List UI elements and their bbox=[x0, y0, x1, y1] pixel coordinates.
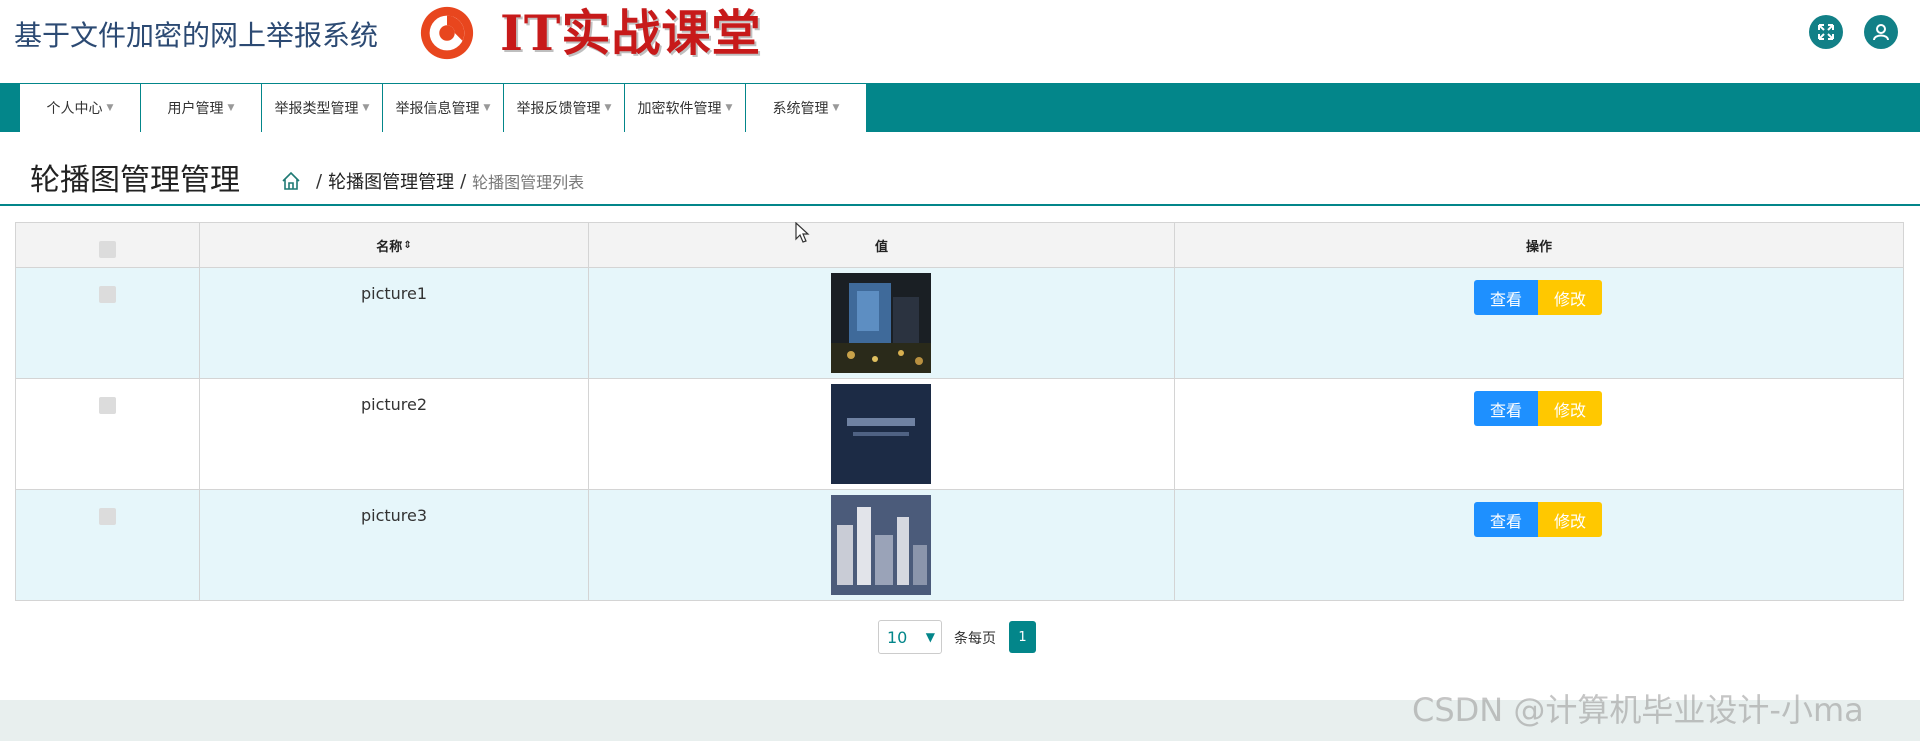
select-all-checkbox[interactable] bbox=[99, 241, 116, 258]
caret-down-icon: ▼ bbox=[604, 103, 612, 113]
page-number-button[interactable]: 1 bbox=[1009, 621, 1036, 653]
breadcrumb: / 轮播图管理管理 / 轮播图管理列表 bbox=[280, 166, 584, 196]
table-row: picture2 查看 修改 bbox=[16, 379, 1903, 490]
nav-label: 系统管理 bbox=[772, 101, 829, 117]
row-checkbox[interactable] bbox=[99, 397, 116, 414]
nav-item-user-management[interactable]: 用户管理 ▼ bbox=[141, 84, 261, 132]
nav-item-system[interactable]: 系统管理 ▼ bbox=[746, 84, 866, 132]
caret-down-icon: ▼ bbox=[362, 103, 370, 113]
nav-label: 举报反馈管理 bbox=[516, 101, 601, 117]
main-nav: 个人中心 ▼ 用户管理 ▼ 举报类型管理 ▼ 举报信息管理 ▼ 举报反馈管理 ▼ 加密软件… bbox=[0, 83, 1920, 132]
page-size-select[interactable]: 10 ▼ bbox=[878, 620, 942, 654]
table-row: picture3 查看 修改 bbox=[16, 490, 1903, 600]
dark-blue-poster[interactable] bbox=[831, 384, 931, 484]
row-name: picture3 bbox=[360, 506, 428, 525]
table-row: picture1 查看 修改 bbox=[16, 268, 1903, 379]
fullscreen-button[interactable] bbox=[1809, 15, 1843, 49]
caret-down-icon: ▼ bbox=[106, 103, 114, 113]
column-divider bbox=[588, 223, 589, 600]
chevron-down-icon: ▼ bbox=[925, 630, 935, 644]
user-button[interactable] bbox=[1864, 15, 1898, 49]
nav-item-report-info[interactable]: 举报信息管理 ▼ bbox=[383, 84, 503, 132]
row-checkbox[interactable] bbox=[99, 508, 116, 525]
brand-text: IT实战课堂 bbox=[500, 4, 762, 62]
breadcrumb-separator: / bbox=[316, 170, 323, 192]
nav-label: 个人中心 bbox=[46, 101, 103, 117]
carousel-table: 名称 ⇕ 值 操作 picture1 查看 修改 picture2 查看 修改 … bbox=[15, 222, 1904, 601]
column-header-label: 值 bbox=[874, 239, 888, 255]
page-size-value: 10 bbox=[887, 627, 908, 647]
caret-down-icon: ▼ bbox=[725, 103, 733, 113]
view-button[interactable]: 查看 bbox=[1474, 502, 1538, 537]
row-name: picture2 bbox=[360, 395, 428, 414]
home-icon[interactable] bbox=[280, 170, 302, 192]
city-skyline-photo[interactable] bbox=[831, 495, 931, 595]
column-header-name[interactable]: 名称 ⇕ bbox=[200, 223, 588, 267]
caret-down-icon: ▼ bbox=[227, 103, 235, 113]
column-divider bbox=[1174, 223, 1175, 600]
column-header-value: 值 bbox=[589, 223, 1174, 267]
view-button[interactable]: 查看 bbox=[1474, 391, 1538, 426]
nav-item-report-feedback[interactable]: 举报反馈管理 ▼ bbox=[504, 84, 624, 132]
nav-item-encryption-software[interactable]: 加密软件管理 ▼ bbox=[625, 84, 745, 132]
column-header-label: 操作 bbox=[1525, 239, 1552, 255]
view-button[interactable]: 查看 bbox=[1474, 280, 1538, 315]
caret-down-icon: ▼ bbox=[832, 103, 840, 113]
watermark: CSDN @计算机毕业设计-小ma bbox=[1412, 691, 1864, 729]
row-name: picture1 bbox=[360, 284, 428, 303]
column-header-ops: 操作 bbox=[1175, 223, 1903, 267]
nav-label: 加密软件管理 bbox=[637, 101, 722, 117]
brand-logo-icon bbox=[420, 6, 474, 60]
page-title: 轮播图管理管理 bbox=[30, 163, 240, 198]
nav-label: 用户管理 bbox=[167, 101, 224, 117]
caret-down-icon: ▼ bbox=[483, 103, 491, 113]
nav-label: 举报类型管理 bbox=[274, 101, 359, 117]
sort-icon[interactable]: ⇕ bbox=[403, 240, 411, 251]
mouse-cursor-icon bbox=[795, 222, 810, 243]
nav-item-personal-center[interactable]: 个人中心 ▼ bbox=[20, 84, 140, 132]
nav-label: 举报信息管理 bbox=[395, 101, 480, 117]
breadcrumb-level1[interactable]: 轮播图管理管理 bbox=[328, 168, 454, 194]
column-divider bbox=[199, 223, 200, 600]
per-page-label: 条每页 bbox=[954, 631, 996, 647]
user-icon bbox=[1873, 24, 1889, 41]
system-title: 基于文件加密的网上举报系统 bbox=[14, 19, 379, 52]
top-header: 基于文件加密的网上举报系统 IT实战课堂 bbox=[0, 0, 1920, 83]
expand-icon bbox=[1818, 24, 1834, 40]
row-checkbox[interactable] bbox=[99, 286, 116, 303]
edit-button[interactable]: 修改 bbox=[1538, 502, 1602, 537]
edit-button[interactable]: 修改 bbox=[1538, 280, 1602, 315]
page-head: 轮播图管理管理 / 轮播图管理管理 / 轮播图管理列表 bbox=[0, 150, 1920, 206]
edit-button[interactable]: 修改 bbox=[1538, 391, 1602, 426]
breadcrumb-current: 轮播图管理列表 bbox=[472, 173, 585, 192]
breadcrumb-separator: / bbox=[460, 170, 467, 192]
brand-banner: IT实战课堂 bbox=[402, 0, 790, 72]
night-building-photo[interactable] bbox=[831, 273, 931, 373]
column-header-label: 名称 bbox=[376, 239, 403, 255]
table-header-row: 名称 ⇕ 值 操作 bbox=[16, 223, 1903, 268]
nav-item-report-type[interactable]: 举报类型管理 ▼ bbox=[262, 84, 382, 132]
